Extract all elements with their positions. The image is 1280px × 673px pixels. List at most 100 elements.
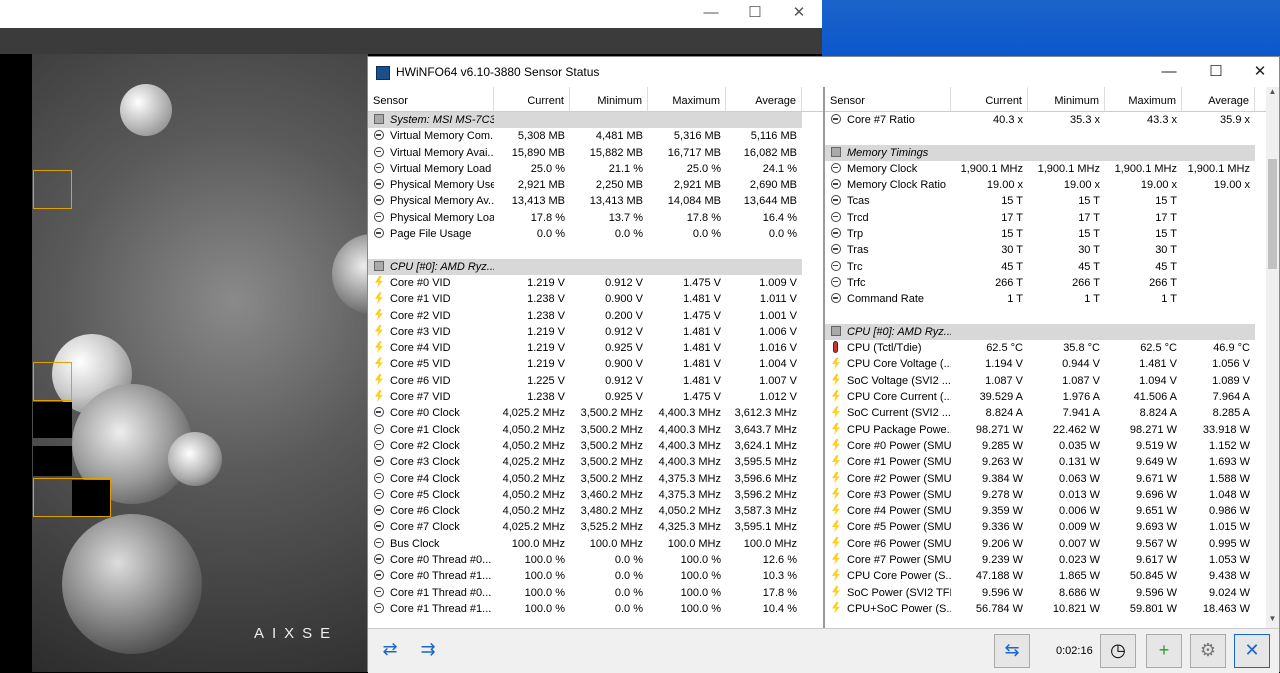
table-row[interactable]: Core #0 Power (SMU) 9.285 W 0.035 W 9.519 W… xyxy=(825,438,1268,454)
table-row[interactable]: Core #0 Thread #1... 100.0 % 0.0 % 100.0 % 1… xyxy=(368,568,823,584)
maximum-value-text: 4,400.3 MHz xyxy=(658,423,721,436)
table-row[interactable]: Core #3 Power (SMU) 9.278 W 0.013 W 9.696 W… xyxy=(825,487,1268,503)
table-row[interactable]: Core #6 Power (SMU) 9.206 W 0.007 W 9.567 W… xyxy=(825,536,1268,552)
settings-button[interactable]: ⚙ xyxy=(1190,634,1226,668)
maximum-value-text: 4,375.3 MHz xyxy=(658,488,721,501)
nav-right-button[interactable]: ⇉ xyxy=(410,634,446,668)
table-row[interactable]: SoC Voltage (SVI2 ... 1.087 V 1.087 V 1.094… xyxy=(825,373,1268,389)
table-row[interactable]: Page File Usage 0.0 % 0.0 % 0.0 % 0.0 % xyxy=(368,226,823,242)
table-row[interactable]: Core #7 Clock 4,025.2 MHz 3,525.2 MHz 4,325… xyxy=(368,519,823,535)
clock-button[interactable]: ◷ xyxy=(1100,634,1136,668)
table-row[interactable]: Trcd 17 T 17 T 17 T xyxy=(825,210,1268,226)
group-header-row[interactable]: System: MSI MS-7C35 xyxy=(368,112,823,129)
table-row[interactable]: Core #2 Power (SMU) 9.384 W 0.063 W 9.671 W… xyxy=(825,471,1268,487)
table-row[interactable]: Virtual Memory Avai... 15,890 MB 15,882 MB… xyxy=(368,145,823,161)
minimize-button[interactable]: — xyxy=(1147,59,1191,85)
column-header-average[interactable]: Average xyxy=(1182,87,1255,111)
table-row[interactable]: Trc 45 T 45 T 45 T xyxy=(825,259,1268,275)
table-row[interactable]: Core #3 Clock 4,025.2 MHz 3,500.2 MHz 4,400… xyxy=(368,454,823,470)
maximum-value-text: 41.506 A xyxy=(1133,391,1177,404)
column-header-average[interactable]: Average xyxy=(726,87,802,111)
table-row[interactable]: Memory Clock 1,900.1 MHz 1,900.1 MHz 1,900.… xyxy=(825,161,1268,177)
table-row[interactable]: SoC Current (SVI2 ... 8.824 A 7.941 A 8.824… xyxy=(825,405,1268,421)
table-row[interactable]: Core #2 Clock 4,050.2 MHz 3,500.2 MHz 4,400… xyxy=(368,438,823,454)
minimum-value: 0.900 V xyxy=(570,356,648,372)
table-row[interactable]: Physical Memory Used 2,921 MB 2,250 MB 2,92… xyxy=(368,177,823,193)
column-header-maximum[interactable]: Maximum xyxy=(1105,87,1182,111)
table-row[interactable]: CPU Core Power (S... 47.188 W 1.865 W 50.84… xyxy=(825,568,1268,584)
table-row[interactable]: CPU+SoC Power (S... 56.784 W 10.821 W 59.80… xyxy=(825,601,1268,617)
current-value: 4,050.2 MHz xyxy=(494,471,570,487)
add-report-button[interactable]: + xyxy=(1146,634,1182,668)
nav-left-button[interactable]: ⇄ xyxy=(372,634,408,668)
table-row[interactable]: Core #5 Power (SMU) 9.336 W 0.009 W 9.693 W… xyxy=(825,519,1268,535)
column-header-sensor[interactable]: Sensor xyxy=(368,87,494,111)
table-row[interactable]: CPU (Tctl/Tdie) 62.5 °C 35.8 °C 62.5 °C 46.9… xyxy=(825,340,1268,356)
background-close-button[interactable]: ✕ xyxy=(776,0,822,28)
table-row[interactable]: CPU Core Current (... 39.529 A 1.976 A 41.5… xyxy=(825,389,1268,405)
table-row[interactable]: Core #6 VID 1.225 V 0.912 V 1.481 V 1.007 V xyxy=(368,373,823,389)
table-row[interactable]: Trfc 266 T 266 T 266 T xyxy=(825,275,1268,291)
table-row[interactable]: Tras 30 T 30 T 30 T xyxy=(825,242,1268,258)
table-row[interactable]: CPU Package Powe... 98.271 W 22.462 W 98.27… xyxy=(825,422,1268,438)
table-row[interactable]: Physical Memory Load 17.8 % 13.7 % 17.8 % 16… xyxy=(368,210,823,226)
table-row[interactable]: Core #1 Thread #0... 100.0 % 0.0 % 100.0 % 1… xyxy=(368,585,823,601)
minimum-value-text: 19.00 x xyxy=(1063,179,1100,192)
table-row[interactable]: Core #1 Power (SMU) 9.263 W 0.131 W 9.649 W… xyxy=(825,454,1268,470)
table-row[interactable]: Core #6 Clock 4,050.2 MHz 3,480.2 MHz 4,050… xyxy=(368,503,823,519)
current-value: 15 T xyxy=(951,226,1028,242)
maximum-value-text: 4,400.3 MHz xyxy=(658,407,721,420)
table-row[interactable]: Physical Memory Av... 13,413 MB 13,413 MB 1… xyxy=(368,193,823,209)
scroll-up-arrow-icon[interactable]: ▲ xyxy=(1266,87,1279,101)
column-header-current[interactable]: Current xyxy=(951,87,1028,111)
table-row[interactable]: Trp 15 T 15 T 15 T xyxy=(825,226,1268,242)
table-row[interactable]: Bus Clock 100.0 MHz 100.0 MHz 100.0 MHz 100.… xyxy=(368,536,823,552)
table-row[interactable]: Memory Clock Ratio 19.00 x 19.00 x 19.00 x 1… xyxy=(825,177,1268,193)
table-row[interactable]: CPU Core Voltage (... 1.194 V 0.944 V 1.481… xyxy=(825,356,1268,372)
table-row[interactable]: Command Rate 1 T 1 T 1 T xyxy=(825,291,1268,307)
table-row[interactable]: Core #1 Thread #1... 100.0 % 0.0 % 100.0 % 1… xyxy=(368,601,823,617)
background-maximize-button[interactable]: ☐ xyxy=(732,0,778,28)
close-button[interactable]: ✕ xyxy=(1238,59,1280,85)
table-row[interactable]: Core #4 VID 1.219 V 0.925 V 1.481 V 1.016 V xyxy=(368,340,823,356)
table-row[interactable]: Core #7 Power (SMU) 9.239 W 0.023 W 9.617 W… xyxy=(825,552,1268,568)
close-sensor-button[interactable]: ✕ xyxy=(1234,634,1270,668)
table-row[interactable]: Core #2 VID 1.238 V 0.200 V 1.475 V 1.001 V xyxy=(368,308,823,324)
minimum-value: 0.009 W xyxy=(1028,519,1105,535)
sensor-table-right[interactable]: Sensor Current Minimum Maximum Average C… xyxy=(825,87,1268,628)
table-row[interactable]: Core #0 Clock 4,025.2 MHz 3,500.2 MHz 4,400… xyxy=(368,405,823,421)
background-minimize-button[interactable]: — xyxy=(688,0,734,28)
column-header-sensor[interactable]: Sensor xyxy=(825,87,951,111)
table-row[interactable]: Core #1 VID 1.238 V 0.900 V 1.481 V 1.011 V xyxy=(368,291,823,307)
sensor-table-left[interactable]: Sensor Current Minimum Maximum Average S… xyxy=(368,87,825,628)
maximum-value-text: 266 T xyxy=(1149,276,1177,289)
table-row[interactable]: Core #4 Clock 4,050.2 MHz 3,500.2 MHz 4,375… xyxy=(368,471,823,487)
table-row[interactable]: Tcas 15 T 15 T 15 T xyxy=(825,193,1268,209)
table-row[interactable]: Core #5 VID 1.219 V 0.900 V 1.481 V 1.004 V xyxy=(368,356,823,372)
table-row[interactable]: Core #0 VID 1.219 V 0.912 V 1.475 V 1.009 V xyxy=(368,275,823,291)
column-header-maximum[interactable]: Maximum xyxy=(648,87,726,111)
table-row[interactable]: Core #7 VID 1.238 V 0.925 V 1.475 V 1.012 V xyxy=(368,389,823,405)
group-header-row[interactable]: CPU [#0]: AMD Ryz... xyxy=(368,258,823,275)
column-header-current[interactable]: Current xyxy=(494,87,570,111)
table-row[interactable]: Core #1 Clock 4,050.2 MHz 3,500.2 MHz 4,400… xyxy=(368,422,823,438)
table-row[interactable]: Core #5 Clock 4,050.2 MHz 3,460.2 MHz 4,375… xyxy=(368,487,823,503)
network-button[interactable]: ⇆ xyxy=(994,634,1030,668)
maximize-button[interactable]: ☐ xyxy=(1194,59,1238,85)
group-header-row[interactable]: Memory Timings xyxy=(825,144,1268,161)
vertical-scrollbar[interactable]: ▲ ▼ xyxy=(1266,87,1279,628)
scrollbar-thumb[interactable] xyxy=(1268,159,1277,269)
table-row[interactable]: Core #3 VID 1.219 V 0.912 V 1.481 V 1.006 V xyxy=(368,324,823,340)
table-row[interactable]: Virtual Memory Load 25.0 % 21.1 % 25.0 % 24.… xyxy=(368,161,823,177)
sensor-name-text: Trp xyxy=(847,228,864,241)
table-row[interactable]: SoC Power (SVI2 TFN) 9.596 W 8.686 W 9.596 … xyxy=(825,585,1268,601)
table-row[interactable]: Core #0 Thread #0... 100.0 % 0.0 % 100.0 % 1… xyxy=(368,552,823,568)
group-header-row[interactable]: CPU [#0]: AMD Ryz... xyxy=(825,323,1268,341)
scroll-down-arrow-icon[interactable]: ▼ xyxy=(1266,614,1279,628)
column-header-minimum[interactable]: Minimum xyxy=(1028,87,1105,111)
column-header-minimum[interactable]: Minimum xyxy=(570,87,648,111)
table-row[interactable]: Core #7 Ratio 40.3 x 35.3 x 43.3 x 35.9 x xyxy=(825,112,1268,128)
table-row[interactable]: Virtual Memory Com... 5,308 MB 4,481 MB 5,3… xyxy=(368,128,823,144)
table-row[interactable]: Core #4 Power (SMU) 9.359 W 0.006 W 9.651 W… xyxy=(825,503,1268,519)
sensor-name: CPU (Tctl/Tdie) xyxy=(825,340,951,356)
